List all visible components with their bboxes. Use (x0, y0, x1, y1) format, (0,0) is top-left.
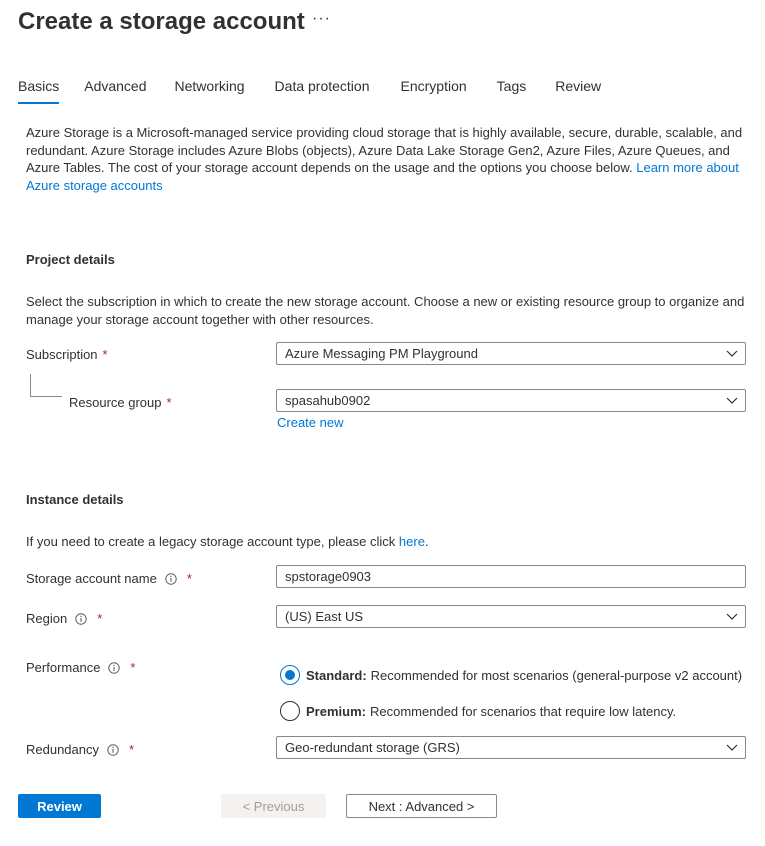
tab-bar: Basics Advanced Networking Data protecti… (18, 76, 601, 104)
resource-group-select[interactable]: spasahub0902 (276, 389, 746, 412)
subscription-value: Azure Messaging PM Playground (285, 346, 478, 361)
resource-group-label: Resource group * (69, 395, 172, 410)
required-marker: * (129, 742, 135, 757)
review-button[interactable]: Review (18, 794, 101, 818)
tab-encryption[interactable]: Encryption (401, 76, 467, 104)
required-marker: * (97, 611, 103, 626)
chevron-down-icon (725, 347, 739, 361)
premium-description: Recommended for scenarios that require l… (369, 703, 677, 719)
redundancy-label-text: Redundancy (26, 742, 99, 757)
legacy-paragraph: If you need to create a legacy storage a… (26, 533, 748, 551)
standard-description: Recommended for most scenarios (general-… (370, 667, 743, 683)
legacy-period: . (424, 534, 429, 549)
region-label-text: Region (26, 611, 68, 626)
info-icon[interactable] (165, 572, 177, 585)
radio-selected-dot (285, 670, 295, 680)
performance-label-text: Performance (26, 660, 101, 675)
region-select[interactable]: (US) East US (276, 605, 746, 628)
required-marker: * (166, 395, 172, 410)
redundancy-select[interactable]: Geo-redundant storage (GRS) (276, 736, 746, 759)
standard-bold-label: Standard: (306, 667, 367, 683)
page-title: Create a storage account (18, 8, 305, 35)
info-icon[interactable] (107, 743, 119, 756)
required-marker: * (102, 347, 108, 362)
redundancy-value: Geo-redundant storage (GRS) (285, 740, 460, 755)
more-icon[interactable]: ··· (312, 10, 331, 28)
subscription-select[interactable]: Azure Messaging PM Playground (276, 342, 746, 365)
intro-paragraph: Azure Storage is a Microsoft-managed ser… (26, 124, 748, 194)
storage-account-name-value: spstorage0903 (285, 569, 372, 584)
region-label: Region * (26, 611, 102, 626)
tab-networking[interactable]: Networking (175, 76, 245, 104)
previous-button[interactable]: < Previous (221, 794, 326, 818)
subscription-label: Subscription * (26, 347, 108, 362)
required-marker: * (130, 660, 136, 675)
legacy-here-link[interactable]: here (399, 534, 425, 549)
tab-basics[interactable]: Basics (18, 76, 60, 104)
create-new-link[interactable]: Create new (277, 415, 343, 430)
performance-label: Performance * (26, 660, 135, 675)
resource-group-label-text: Resource group (69, 395, 162, 410)
performance-premium-option[interactable]: Premium: Recommended for scenarios that … (280, 701, 676, 721)
project-details-heading: Project details (26, 252, 115, 267)
premium-bold-label: Premium: (306, 703, 366, 719)
resource-group-value: spasahub0902 (285, 393, 371, 408)
info-icon[interactable] (75, 612, 87, 625)
chevron-down-icon (725, 610, 739, 624)
tab-advanced[interactable]: Advanced (84, 76, 146, 104)
chevron-down-icon (725, 741, 739, 755)
redundancy-label: Redundancy * (26, 742, 134, 757)
region-value: (US) East US (285, 609, 364, 624)
legacy-text: If you need to create a legacy storage a… (26, 534, 396, 549)
tab-tags[interactable]: Tags (497, 76, 527, 104)
tab-data-protection[interactable]: Data protection (275, 76, 370, 104)
next-advanced-button[interactable]: Next : Advanced > (346, 794, 497, 818)
chevron-down-icon (725, 394, 739, 408)
info-icon[interactable] (108, 661, 121, 674)
intro-text: Azure Storage is a Microsoft-managed ser… (26, 125, 743, 175)
storage-account-name-label: Storage account name * (26, 571, 192, 586)
performance-standard-option[interactable]: Standard: Recommended for most scenarios… (280, 665, 742, 685)
tree-connector (30, 374, 62, 397)
required-marker: * (186, 571, 192, 586)
storage-account-name-label-text: Storage account name (26, 571, 157, 586)
subscription-label-text: Subscription (26, 347, 98, 362)
instance-details-heading: Instance details (26, 492, 124, 507)
standard-radio[interactable] (280, 665, 300, 685)
premium-radio[interactable] (280, 701, 300, 721)
storage-account-name-input[interactable]: spstorage0903 (276, 565, 746, 588)
tab-review[interactable]: Review (555, 76, 601, 104)
project-description: Select the subscription in which to crea… (26, 294, 745, 327)
